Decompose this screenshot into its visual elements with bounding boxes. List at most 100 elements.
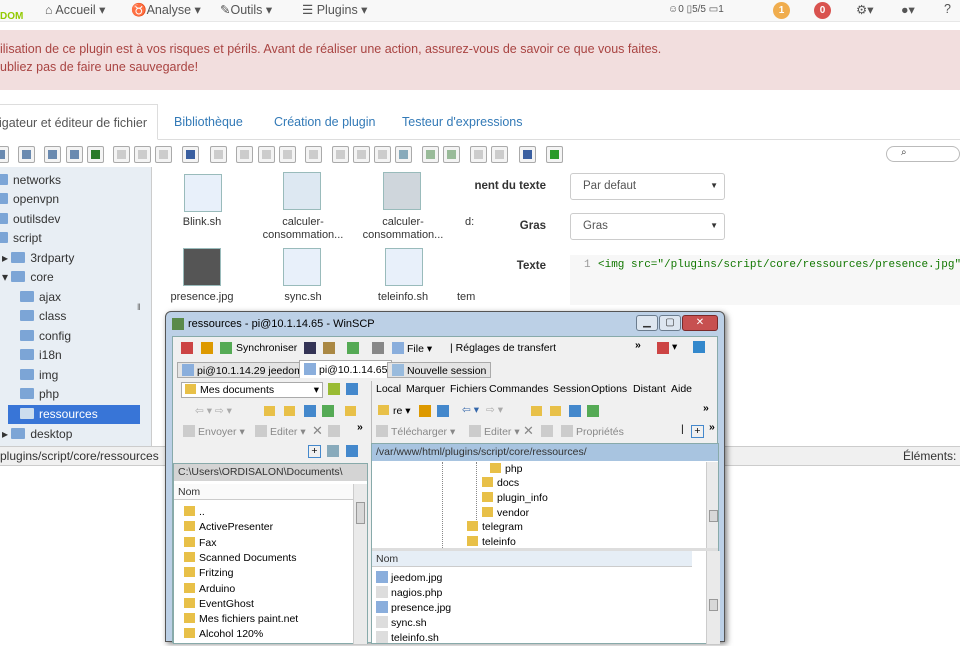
maximize-button[interactable]: ▢ — [659, 315, 681, 331]
remote-edit-button[interactable]: Editer ▾ — [469, 425, 520, 438]
scrollbar-thumb[interactable] — [709, 510, 718, 522]
toolbar-button[interactable] — [18, 146, 35, 163]
list-item[interactable]: presence.jpg — [376, 601, 451, 616]
file-name[interactable]: Blink.sh — [157, 216, 247, 229]
tree-item[interactable]: docs — [482, 476, 519, 491]
column-name-header[interactable]: Nom — [174, 484, 353, 500]
toolbar-icon[interactable] — [541, 425, 553, 437]
menu-files[interactable]: Fichiers — [450, 383, 487, 395]
transfer-settings[interactable]: | Réglages de transfert — [450, 342, 556, 354]
toolbar-button[interactable] — [422, 146, 439, 163]
file-name[interactable]: calculer-consommation... — [258, 216, 348, 242]
badge-error[interactable]: 0 — [814, 2, 831, 19]
refresh-icon[interactable] — [587, 405, 599, 417]
toolbar-icon[interactable] — [419, 405, 431, 417]
info-icon[interactable] — [182, 146, 199, 163]
list-item[interactable]: Mes fichiers paint.net — [184, 612, 298, 627]
tree-item[interactable]: ajax — [20, 288, 61, 307]
file-name[interactable]: sync.sh — [258, 291, 348, 304]
sync-icon[interactable] — [220, 342, 232, 354]
add-icon[interactable]: + — [691, 425, 704, 438]
filter-icon[interactable] — [346, 445, 358, 457]
tree-item[interactable]: class — [20, 307, 66, 326]
menu-mark[interactable]: Marquer — [406, 383, 445, 395]
toolbar-icon[interactable] — [347, 342, 359, 354]
tree-item[interactable]: script — [0, 229, 42, 248]
tree-item[interactable]: ▸ 3rdparty — [2, 249, 74, 268]
code-editor[interactable]: 1 <img src="/plugins/script/core/ressour… — [570, 255, 960, 305]
txt-file-icon[interactable] — [283, 248, 321, 286]
parent-folder-icon[interactable] — [531, 406, 542, 416]
resize-icon[interactable] — [395, 146, 412, 163]
scrollbar[interactable] — [353, 484, 367, 644]
nav-back-icon[interactable]: ⇦ ▾ — [462, 404, 479, 416]
list-item[interactable]: Alcohol 120% — [184, 627, 263, 642]
nav-accueil[interactable]: ⌂ Accueil ▾ — [45, 2, 105, 17]
scrollbar[interactable] — [706, 462, 718, 548]
tree-item[interactable]: ▸ desktop — [2, 425, 72, 444]
properties-icon[interactable] — [328, 425, 340, 437]
menu-remote[interactable]: Distant — [633, 383, 666, 395]
chevron-down-icon[interactable]: ▾ — [672, 341, 677, 353]
list-item[interactable]: EventGhost — [184, 597, 254, 612]
more-icon[interactable]: | — [681, 423, 684, 435]
toolbar-button[interactable] — [155, 146, 172, 163]
list-item[interactable]: Fritzing — [184, 566, 233, 581]
scrollbar-thumb[interactable] — [709, 599, 718, 611]
menu-help[interactable]: Aide — [671, 383, 692, 395]
txt-file-icon[interactable] — [184, 174, 222, 212]
splitter-handle[interactable]: ‖ — [137, 302, 141, 312]
tree-item[interactable]: teleinfo — [467, 535, 516, 548]
badge-warning[interactable]: 1 — [773, 2, 790, 19]
tree-item[interactable]: ▾ core — [2, 268, 54, 287]
tree-item[interactable]: php — [20, 385, 59, 404]
file-name[interactable]: tem — [457, 291, 487, 304]
tree-item[interactable]: plugin_info — [482, 491, 548, 506]
nav-back-forward-icon[interactable]: ⇦ ▾ ⇨ ▾ — [195, 405, 232, 417]
more-icon[interactable]: » — [703, 402, 709, 414]
save-icon[interactable] — [87, 146, 104, 163]
bold-select[interactable]: Gras ▼ — [570, 213, 725, 240]
nav-outils[interactable]: ✎Outils ▾ — [220, 2, 272, 17]
scrollbar[interactable] — [706, 551, 720, 644]
help-icon[interactable]: ? — [944, 2, 951, 16]
new-session-tab[interactable]: Nouvelle session — [387, 362, 492, 378]
list-item[interactable]: sync.sh — [376, 616, 427, 631]
fullscreen-icon[interactable] — [546, 146, 563, 163]
toolbar-button[interactable] — [44, 146, 61, 163]
home-icon[interactable] — [569, 405, 581, 417]
toolbar-button[interactable] — [332, 146, 349, 163]
image-file-icon[interactable] — [283, 172, 321, 210]
tree-item-selected[interactable]: ressources — [8, 405, 140, 424]
cut-icon[interactable] — [258, 146, 275, 163]
toolbar-icon[interactable] — [693, 341, 705, 353]
more-icon[interactable]: » — [357, 421, 363, 433]
toolbar-icon[interactable] — [181, 342, 193, 354]
filter-icon[interactable] — [346, 383, 358, 395]
home-icon[interactable] — [304, 405, 316, 417]
nav-analyse[interactable]: ♉Analyse ▾ — [131, 2, 201, 18]
root-folder-icon[interactable] — [550, 406, 561, 416]
toolbar-icon[interactable] — [201, 342, 213, 354]
scrollbar-thumb[interactable] — [356, 502, 365, 524]
list-item[interactable]: .. — [184, 505, 205, 520]
toolbar-icon[interactable] — [323, 342, 335, 354]
refresh-icon[interactable] — [322, 405, 334, 417]
list-item[interactable]: Fax — [184, 536, 217, 551]
toolbar-button[interactable] — [443, 146, 460, 163]
tab-library[interactable]: Bibliothèque — [164, 104, 253, 140]
toolbar-button[interactable] — [470, 146, 487, 163]
tree-item[interactable]: vendor — [482, 506, 529, 521]
more-icon[interactable]: » — [709, 421, 715, 433]
list-item[interactable]: jeedom.jpg — [376, 571, 442, 586]
image-file-icon[interactable] — [383, 172, 421, 210]
menu-options[interactable]: Options — [591, 383, 627, 395]
toolbar-button[interactable] — [134, 146, 151, 163]
nav-forward-icon[interactable]: ⇨ ▾ — [486, 404, 503, 416]
tree-item[interactable]: i18n — [20, 346, 62, 365]
remote-location-select[interactable]: re ▾ — [378, 405, 411, 417]
session-tab-active[interactable]: pi@10.1.14.65 — [299, 360, 393, 378]
toolbar-button[interactable] — [66, 146, 83, 163]
tree-item[interactable]: img — [20, 366, 58, 385]
tree-item[interactable]: networks — [0, 171, 61, 190]
